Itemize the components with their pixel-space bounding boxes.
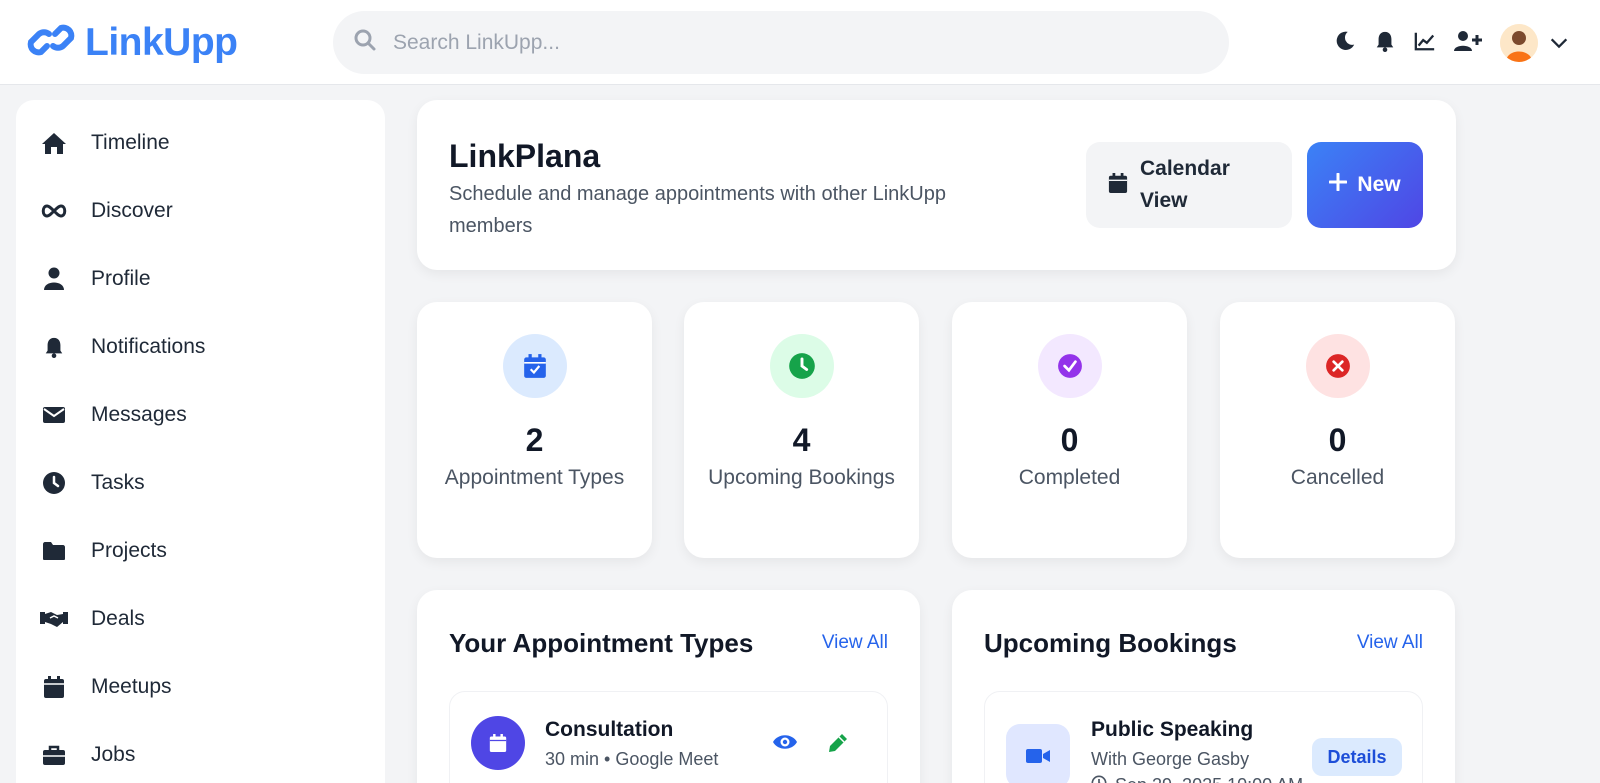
infinity-icon bbox=[40, 203, 68, 219]
stat-label: Cancelled bbox=[1290, 466, 1385, 489]
add-user-icon[interactable] bbox=[1452, 26, 1484, 56]
pencil-icon[interactable] bbox=[826, 731, 850, 760]
page-title: LinkPlana bbox=[449, 138, 601, 174]
sidebar: Timeline Discover Profile Notifications … bbox=[16, 100, 385, 783]
handshake-icon bbox=[40, 609, 68, 629]
stat-card-completed: 0 Completed bbox=[952, 302, 1187, 558]
sidebar-item-tasks[interactable]: Tasks bbox=[40, 463, 145, 503]
view-all-bookings-link[interactable]: View All bbox=[1357, 632, 1423, 654]
link-icon bbox=[27, 20, 75, 65]
chevron-down-icon[interactable] bbox=[1548, 32, 1570, 59]
clock-icon bbox=[1091, 775, 1107, 783]
check-circle-icon bbox=[1038, 334, 1102, 398]
sidebar-item-profile[interactable]: Profile bbox=[40, 259, 151, 299]
search-input[interactable] bbox=[393, 30, 1153, 55]
sidebar-item-timeline[interactable]: Timeline bbox=[40, 123, 170, 163]
calendar-icon bbox=[40, 675, 68, 699]
stat-value: 0 bbox=[1060, 422, 1079, 458]
plus-icon bbox=[1328, 172, 1348, 197]
booking-title: Public Speaking bbox=[1091, 718, 1254, 741]
stat-card-upcoming-bookings: 4 Upcoming Bookings bbox=[684, 302, 919, 558]
panel-title: Upcoming Bookings bbox=[984, 628, 1237, 658]
calendar-view-label: Calendar View bbox=[1140, 157, 1230, 212]
appointment-type-name: Consultation bbox=[545, 718, 674, 741]
calendar-icon bbox=[471, 716, 525, 770]
sidebar-item-notifications[interactable]: Notifications bbox=[40, 327, 205, 367]
sidebar-item-jobs[interactable]: Jobs bbox=[40, 735, 135, 775]
video-camera-icon bbox=[1006, 724, 1070, 783]
clock-icon bbox=[770, 334, 834, 398]
x-circle-icon bbox=[1306, 334, 1370, 398]
list-item[interactable]: Public Speaking With George Gasby Sep 29… bbox=[984, 691, 1423, 783]
new-appointment-button[interactable]: New bbox=[1307, 142, 1423, 228]
envelope-icon bbox=[40, 406, 68, 424]
view-all-appointment-types-link[interactable]: View All bbox=[822, 632, 888, 654]
search-bar[interactable] bbox=[333, 11, 1229, 74]
upcoming-bookings-panel: Upcoming Bookings View All Public Speaki… bbox=[952, 590, 1455, 783]
linkplana-header-card: LinkPlana Schedule and manage appointmen… bbox=[417, 100, 1456, 270]
stat-label: Appointment Types bbox=[444, 466, 625, 489]
sidebar-item-messages[interactable]: Messages bbox=[40, 395, 187, 435]
stat-label: Completed bbox=[1018, 466, 1121, 489]
stat-value: 2 bbox=[525, 422, 544, 458]
stat-value: 0 bbox=[1328, 422, 1347, 458]
top-header: LinkUpp bbox=[0, 0, 1600, 85]
bell-icon bbox=[40, 335, 68, 359]
calendar-check-icon bbox=[503, 334, 567, 398]
stat-card-cancelled: 0 Cancelled bbox=[1220, 302, 1455, 558]
dark-mode-moon-icon[interactable] bbox=[1332, 26, 1358, 56]
page-subtitle: Schedule and manage appointments with ot… bbox=[449, 183, 946, 237]
stat-card-appointment-types: 2 Appointment Types bbox=[417, 302, 652, 558]
booking-datetime-text: Sep 29, 2025 10:00 AM bbox=[1115, 775, 1303, 783]
list-item[interactable]: Consultation 30 min • Google Meet bbox=[449, 691, 888, 783]
clock-icon bbox=[40, 471, 68, 495]
calendar-view-button[interactable]: Calendar View bbox=[1086, 142, 1292, 228]
analytics-chart-icon[interactable] bbox=[1412, 26, 1438, 56]
user-icon bbox=[40, 267, 68, 291]
sidebar-item-meetups[interactable]: Meetups bbox=[40, 667, 172, 707]
details-button-label: Details bbox=[1327, 746, 1387, 767]
booking-with: With George Gasby bbox=[1091, 749, 1250, 769]
bell-icon[interactable] bbox=[1372, 26, 1398, 56]
panel-title: Your Appointment Types bbox=[449, 628, 754, 658]
user-avatar[interactable] bbox=[1500, 24, 1538, 62]
stat-label: Upcoming Bookings bbox=[708, 466, 895, 489]
sidebar-item-discover[interactable]: Discover bbox=[40, 191, 173, 231]
folder-icon bbox=[40, 541, 68, 561]
appointment-type-meta: 30 min • Google Meet bbox=[545, 749, 719, 769]
new-button-label: New bbox=[1357, 173, 1401, 196]
sidebar-item-projects[interactable]: Projects bbox=[40, 531, 167, 571]
sidebar-item-deals[interactable]: Deals bbox=[40, 599, 145, 639]
home-icon bbox=[40, 131, 68, 155]
details-button[interactable]: Details bbox=[1312, 738, 1402, 776]
stat-value: 4 bbox=[792, 422, 811, 458]
calendar-icon bbox=[1108, 172, 1128, 199]
eye-icon[interactable] bbox=[772, 732, 798, 757]
app-name: LinkUpp bbox=[85, 20, 238, 64]
briefcase-icon bbox=[40, 744, 68, 766]
appointment-types-panel: Your Appointment Types View All Consulta… bbox=[417, 590, 920, 783]
app-logo[interactable]: LinkUpp bbox=[27, 20, 238, 65]
search-icon bbox=[353, 28, 377, 57]
booking-datetime: Sep 29, 2025 10:00 AM bbox=[1091, 775, 1303, 783]
